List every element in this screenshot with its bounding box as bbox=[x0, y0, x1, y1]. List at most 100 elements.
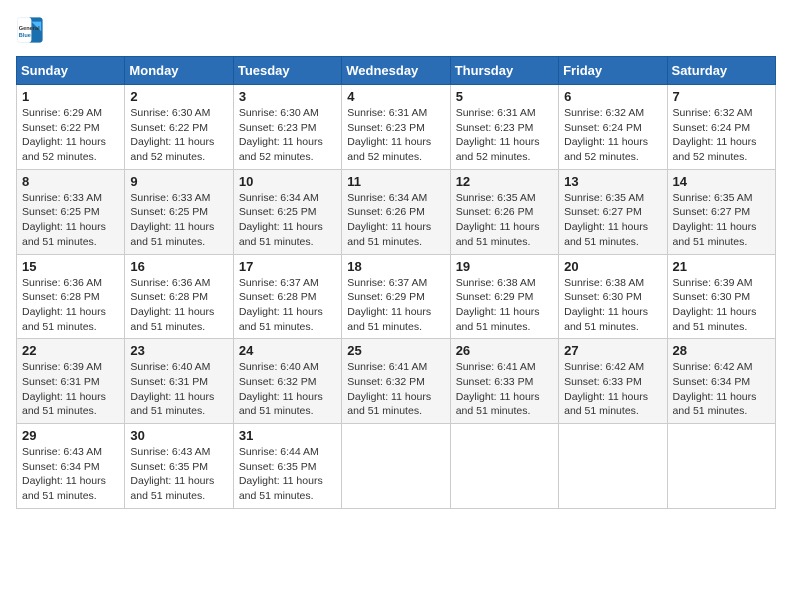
day-number: 27 bbox=[564, 343, 661, 358]
calendar-cell: 17Sunrise: 6:37 AMSunset: 6:28 PMDayligh… bbox=[233, 254, 341, 339]
calendar-cell: 10 Sunrise: 6:34 AMSunset: 6:25 PMDayligh… bbox=[233, 169, 341, 254]
calendar-cell: 26 Sunrise: 6:41 AMSunset: 6:33 PMDayligh… bbox=[450, 339, 558, 424]
calendar-week-row: 15 Sunrise: 6:36 AMSunset: 6:28 PMDayligh… bbox=[17, 254, 776, 339]
calendar-header-row: SundayMondayTuesdayWednesdayThursdayFrid… bbox=[17, 57, 776, 85]
calendar-cell: 3 Sunrise: 6:30 AMSunset: 6:23 PMDaylight… bbox=[233, 85, 341, 170]
day-detail: Sunrise: 6:37 AMSunset: 6:29 PMDaylight:… bbox=[347, 276, 444, 335]
day-number: 11 bbox=[347, 174, 444, 189]
svg-text:General: General bbox=[19, 26, 40, 32]
day-detail: Sunrise: 6:33 AMSunset: 6:25 PMDaylight:… bbox=[130, 191, 227, 250]
day-detail: Sunrise: 6:34 AMSunset: 6:26 PMDaylight:… bbox=[347, 191, 444, 250]
calendar-cell: 1 Sunrise: 6:29 AMSunset: 6:22 PMDaylight… bbox=[17, 85, 125, 170]
day-number: 1 bbox=[22, 89, 119, 104]
day-detail: Sunrise: 6:36 AMSunset: 6:28 PMDaylight:… bbox=[22, 276, 119, 335]
day-detail: Sunrise: 6:39 AMSunset: 6:30 PMDaylight:… bbox=[673, 276, 770, 335]
day-number: 30 bbox=[130, 428, 227, 443]
calendar-cell: 14 Sunrise: 6:35 AMSunset: 6:27 PMDayligh… bbox=[667, 169, 775, 254]
logo: General Blue bbox=[16, 16, 44, 44]
day-number: 14 bbox=[673, 174, 770, 189]
calendar-cell: 8 Sunrise: 6:33 AMSunset: 6:25 PMDaylight… bbox=[17, 169, 125, 254]
day-detail: Sunrise: 6:43 AMSunset: 6:34 PMDaylight:… bbox=[22, 445, 119, 504]
day-detail: Sunrise: 6:41 AMSunset: 6:33 PMDaylight:… bbox=[456, 360, 553, 419]
day-number: 22 bbox=[22, 343, 119, 358]
calendar-cell: 15 Sunrise: 6:36 AMSunset: 6:28 PMDayligh… bbox=[17, 254, 125, 339]
calendar-cell: 5 Sunrise: 6:31 AMSunset: 6:23 PMDaylight… bbox=[450, 85, 558, 170]
calendar-cell: 25 Sunrise: 6:41 AMSunset: 6:32 PMDayligh… bbox=[342, 339, 450, 424]
day-number: 20 bbox=[564, 259, 661, 274]
day-detail: Sunrise: 6:30 AMSunset: 6:23 PMDaylight:… bbox=[239, 106, 336, 165]
day-number: 10 bbox=[239, 174, 336, 189]
day-detail: Sunrise: 6:32 AMSunset: 6:24 PMDaylight:… bbox=[673, 106, 770, 165]
day-detail: Sunrise: 6:31 AMSunset: 6:23 PMDaylight:… bbox=[347, 106, 444, 165]
day-detail: Sunrise: 6:29 AMSunset: 6:22 PMDaylight:… bbox=[22, 106, 119, 165]
calendar-cell: 22 Sunrise: 6:39 AMSunset: 6:31 PMDayligh… bbox=[17, 339, 125, 424]
day-number: 28 bbox=[673, 343, 770, 358]
day-number: 7 bbox=[673, 89, 770, 104]
calendar-cell bbox=[450, 424, 558, 509]
calendar-cell: 24Sunrise: 6:40 AMSunset: 6:32 PMDayligh… bbox=[233, 339, 341, 424]
calendar-cell: 16 Sunrise: 6:36 AMSunset: 6:28 PMDayligh… bbox=[125, 254, 233, 339]
day-number: 29 bbox=[22, 428, 119, 443]
day-detail: Sunrise: 6:32 AMSunset: 6:24 PMDaylight:… bbox=[564, 106, 661, 165]
column-header-sunday: Sunday bbox=[17, 57, 125, 85]
day-number: 3 bbox=[239, 89, 336, 104]
calendar-cell: 20Sunrise: 6:38 AMSunset: 6:30 PMDayligh… bbox=[559, 254, 667, 339]
day-number: 4 bbox=[347, 89, 444, 104]
day-number: 2 bbox=[130, 89, 227, 104]
calendar-cell: 9 Sunrise: 6:33 AMSunset: 6:25 PMDaylight… bbox=[125, 169, 233, 254]
calendar-cell: 18 Sunrise: 6:37 AMSunset: 6:29 PMDayligh… bbox=[342, 254, 450, 339]
calendar-cell: 29 Sunrise: 6:43 AMSunset: 6:34 PMDayligh… bbox=[17, 424, 125, 509]
day-number: 23 bbox=[130, 343, 227, 358]
calendar-cell: 30 Sunrise: 6:43 AMSunset: 6:35 PMDayligh… bbox=[125, 424, 233, 509]
column-header-monday: Monday bbox=[125, 57, 233, 85]
day-detail: Sunrise: 6:36 AMSunset: 6:28 PMDaylight:… bbox=[130, 276, 227, 335]
calendar-cell: 31Sunrise: 6:44 AMSunset: 6:35 PMDayligh… bbox=[233, 424, 341, 509]
calendar-cell bbox=[667, 424, 775, 509]
day-detail: Sunrise: 6:33 AMSunset: 6:25 PMDaylight:… bbox=[22, 191, 119, 250]
day-detail: Sunrise: 6:40 AMSunset: 6:31 PMDaylight:… bbox=[130, 360, 227, 419]
logo-icon: General Blue bbox=[16, 16, 44, 44]
calendar-cell: 6 Sunrise: 6:32 AMSunset: 6:24 PMDaylight… bbox=[559, 85, 667, 170]
day-detail: Sunrise: 6:41 AMSunset: 6:32 PMDaylight:… bbox=[347, 360, 444, 419]
day-number: 9 bbox=[130, 174, 227, 189]
calendar-cell: 19Sunrise: 6:38 AMSunset: 6:29 PMDayligh… bbox=[450, 254, 558, 339]
calendar-cell bbox=[559, 424, 667, 509]
day-detail: Sunrise: 6:40 AMSunset: 6:32 PMDaylight:… bbox=[239, 360, 336, 419]
calendar-cell: 4 Sunrise: 6:31 AMSunset: 6:23 PMDaylight… bbox=[342, 85, 450, 170]
calendar-cell: 28 Sunrise: 6:42 AMSunset: 6:34 PMDayligh… bbox=[667, 339, 775, 424]
day-detail: Sunrise: 6:42 AMSunset: 6:33 PMDaylight:… bbox=[564, 360, 661, 419]
page-header: General Blue bbox=[16, 16, 776, 44]
day-number: 21 bbox=[673, 259, 770, 274]
day-detail: Sunrise: 6:31 AMSunset: 6:23 PMDaylight:… bbox=[456, 106, 553, 165]
day-detail: Sunrise: 6:30 AMSunset: 6:22 PMDaylight:… bbox=[130, 106, 227, 165]
column-header-friday: Friday bbox=[559, 57, 667, 85]
day-number: 19 bbox=[456, 259, 553, 274]
column-header-saturday: Saturday bbox=[667, 57, 775, 85]
day-detail: Sunrise: 6:42 AMSunset: 6:34 PMDaylight:… bbox=[673, 360, 770, 419]
day-number: 25 bbox=[347, 343, 444, 358]
day-detail: Sunrise: 6:35 AMSunset: 6:27 PMDaylight:… bbox=[673, 191, 770, 250]
day-number: 5 bbox=[456, 89, 553, 104]
calendar-cell: 7 Sunrise: 6:32 AMSunset: 6:24 PMDaylight… bbox=[667, 85, 775, 170]
calendar-cell: 21 Sunrise: 6:39 AMSunset: 6:30 PMDayligh… bbox=[667, 254, 775, 339]
calendar-week-row: 22 Sunrise: 6:39 AMSunset: 6:31 PMDayligh… bbox=[17, 339, 776, 424]
day-detail: Sunrise: 6:43 AMSunset: 6:35 PMDaylight:… bbox=[130, 445, 227, 504]
calendar-cell bbox=[342, 424, 450, 509]
calendar-cell: 13Sunrise: 6:35 AMSunset: 6:27 PMDayligh… bbox=[559, 169, 667, 254]
day-number: 15 bbox=[22, 259, 119, 274]
calendar-cell: 2 Sunrise: 6:30 AMSunset: 6:22 PMDaylight… bbox=[125, 85, 233, 170]
calendar-cell: 12Sunrise: 6:35 AMSunset: 6:26 PMDayligh… bbox=[450, 169, 558, 254]
day-number: 16 bbox=[130, 259, 227, 274]
day-number: 8 bbox=[22, 174, 119, 189]
day-detail: Sunrise: 6:39 AMSunset: 6:31 PMDaylight:… bbox=[22, 360, 119, 419]
day-number: 26 bbox=[456, 343, 553, 358]
day-detail: Sunrise: 6:44 AMSunset: 6:35 PMDaylight:… bbox=[239, 445, 336, 504]
column-header-tuesday: Tuesday bbox=[233, 57, 341, 85]
column-header-wednesday: Wednesday bbox=[342, 57, 450, 85]
day-number: 18 bbox=[347, 259, 444, 274]
calendar-cell: 11 Sunrise: 6:34 AMSunset: 6:26 PMDayligh… bbox=[342, 169, 450, 254]
calendar-week-row: 8 Sunrise: 6:33 AMSunset: 6:25 PMDaylight… bbox=[17, 169, 776, 254]
day-detail: Sunrise: 6:34 AMSunset: 6:25 PMDaylight:… bbox=[239, 191, 336, 250]
day-number: 6 bbox=[564, 89, 661, 104]
day-detail: Sunrise: 6:37 AMSunset: 6:28 PMDaylight:… bbox=[239, 276, 336, 335]
